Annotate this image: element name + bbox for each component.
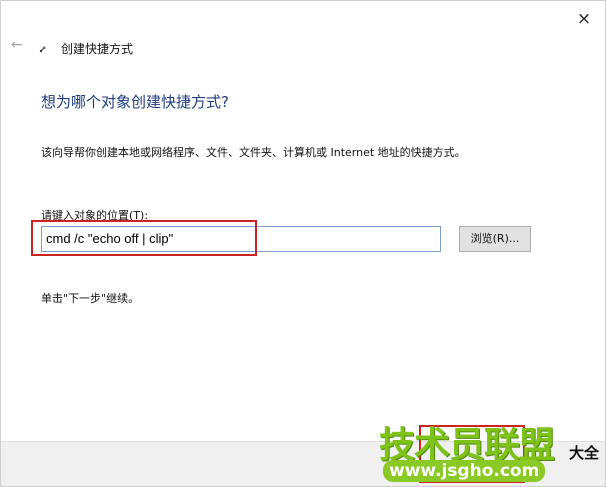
watermark-side-text: 大全 [569,444,600,462]
watermark-url: www.jsgho.com [383,460,546,482]
next-hint: 单击"下一步"继续。 [41,292,140,305]
close-icon[interactable]: × [573,8,595,30]
page-heading: 想为哪个对象创建快捷方式? [41,93,229,111]
wizard-icon [39,46,46,53]
wizard-description: 该向导帮你创建本地或网络程序、文件、文件夹、计算机或 Internet 地址的快… [41,146,466,159]
browse-button[interactable]: 浏览(R)... [459,226,531,252]
input-highlight-box [31,220,257,256]
create-shortcut-window: × ← 创建快捷方式 想为哪个对象创建快捷方式? 该向导帮你创建本地或网络程序、… [0,0,606,487]
wizard-header: ← 创建快捷方式 [1,37,605,61]
back-arrow-icon[interactable]: ← [11,37,23,53]
watermark-logo: 技术员联盟 www.jsgho.com 大全 [379,416,605,486]
wizard-title: 创建快捷方式 [61,42,134,56]
